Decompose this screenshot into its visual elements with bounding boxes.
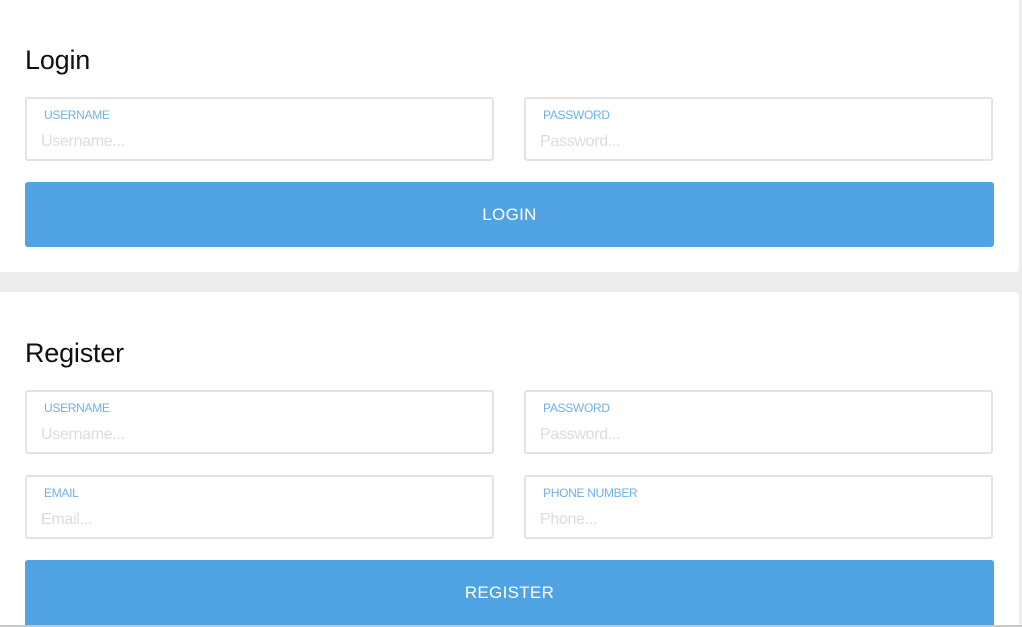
- login-username-field[interactable]: USERNAME: [25, 97, 494, 161]
- register-phone-field[interactable]: PHONE NUMBER: [524, 475, 993, 539]
- register-email-label: EMAIL: [44, 486, 79, 500]
- login-password-field[interactable]: PASSWORD: [524, 97, 993, 161]
- login-password-label: PASSWORD: [543, 108, 610, 122]
- login-button[interactable]: LOGIN: [25, 182, 994, 247]
- register-phone-label: PHONE NUMBER: [543, 486, 638, 500]
- login-password-input[interactable]: [540, 131, 970, 153]
- register-phone-input[interactable]: [540, 509, 970, 531]
- register-password-field[interactable]: PASSWORD: [524, 390, 993, 454]
- register-button[interactable]: REGISTER: [25, 560, 994, 625]
- register-card: Register USERNAME PASSWORD EMAIL PHONE N…: [0, 292, 1019, 627]
- login-username-input[interactable]: [41, 131, 471, 153]
- login-card: Login USERNAME PASSWORD LOGIN: [0, 0, 1019, 272]
- login-title: Login: [25, 45, 91, 75]
- register-title: Register: [25, 338, 124, 368]
- register-password-input[interactable]: [540, 424, 970, 446]
- register-username-field[interactable]: USERNAME: [25, 390, 494, 454]
- register-username-label: USERNAME: [44, 401, 110, 415]
- login-username-label: USERNAME: [44, 108, 110, 122]
- register-email-input[interactable]: [41, 509, 471, 531]
- register-username-input[interactable]: [41, 424, 471, 446]
- register-email-field[interactable]: EMAIL: [25, 475, 494, 539]
- register-password-label: PASSWORD: [543, 401, 610, 415]
